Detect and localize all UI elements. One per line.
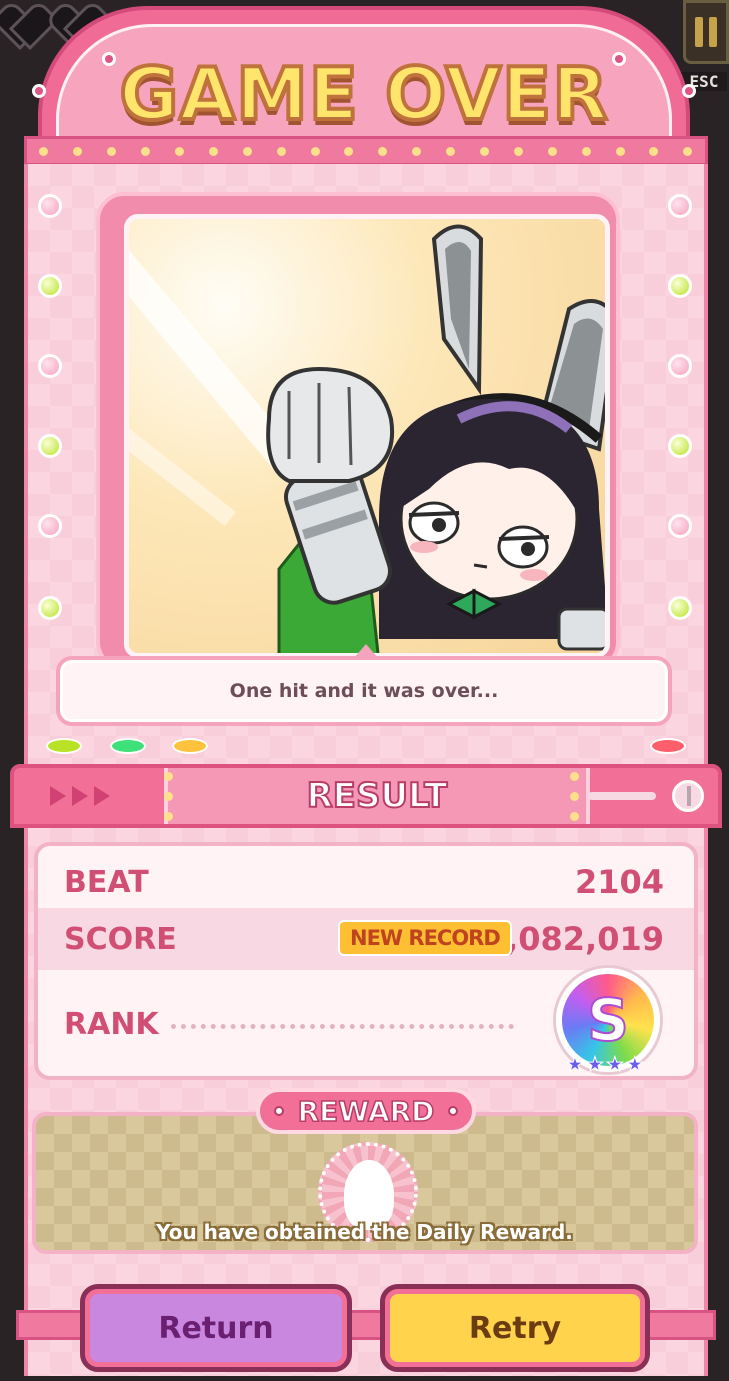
return-button-label: Return bbox=[158, 1310, 274, 1346]
reward-header: REWARD bbox=[256, 1088, 476, 1134]
beat-row: BEAT 2104 bbox=[38, 854, 694, 910]
dialogue-text: One hit and it was over... bbox=[229, 680, 499, 702]
new-record-badge: NEW RECORD bbox=[338, 920, 512, 956]
score-label: SCORE bbox=[64, 921, 177, 957]
dialogue-bubble: One hit and it was over... bbox=[56, 644, 672, 726]
character-portrait bbox=[266, 224, 605, 653]
indicator-light bbox=[172, 738, 208, 754]
rank-stars: ★ ★ ★ ★ bbox=[566, 1052, 645, 1077]
reward-title: REWARD bbox=[297, 1094, 435, 1129]
return-button[interactable]: Return bbox=[80, 1284, 352, 1372]
indicator-light bbox=[46, 738, 82, 754]
side-light bbox=[38, 434, 62, 458]
dial-icon bbox=[672, 780, 704, 812]
game-over-title: GAME OVER bbox=[117, 50, 609, 138]
marquee-lights bbox=[24, 136, 708, 166]
side-light bbox=[668, 514, 692, 538]
reward-message: You have obtained the Daily Reward. bbox=[156, 1220, 573, 1244]
side-light bbox=[668, 194, 692, 218]
indicator-light bbox=[650, 738, 686, 754]
star-icon: ★ bbox=[585, 1052, 604, 1077]
retry-button[interactable]: Retry bbox=[380, 1284, 650, 1372]
character-screen bbox=[124, 214, 610, 658]
star-icon: ★ bbox=[605, 1052, 624, 1077]
side-light bbox=[668, 354, 692, 378]
side-light bbox=[668, 596, 692, 620]
arrows-icon bbox=[50, 786, 110, 806]
result-title: RESULT bbox=[306, 775, 449, 817]
side-light bbox=[668, 434, 692, 458]
side-light bbox=[38, 274, 62, 298]
side-light bbox=[38, 596, 62, 620]
rank-dotted-leader bbox=[170, 1019, 514, 1029]
star-icon: ★ bbox=[566, 1052, 585, 1077]
retry-button-label: Retry bbox=[468, 1310, 562, 1346]
result-header: RESULT bbox=[10, 764, 722, 828]
slider-decoration bbox=[588, 792, 656, 800]
score-row: SCORE NEW RECORD 1,082,019 bbox=[38, 908, 694, 970]
side-light bbox=[38, 514, 62, 538]
rank-letter: S bbox=[586, 985, 630, 1055]
rank-label: RANK bbox=[64, 1006, 159, 1042]
side-light bbox=[38, 194, 62, 218]
beat-value: 2104 bbox=[574, 863, 664, 901]
indicator-light bbox=[110, 738, 146, 754]
beat-label: BEAT bbox=[64, 864, 149, 900]
side-light bbox=[668, 274, 692, 298]
star-icon: ★ bbox=[625, 1052, 644, 1077]
side-light bbox=[38, 354, 62, 378]
